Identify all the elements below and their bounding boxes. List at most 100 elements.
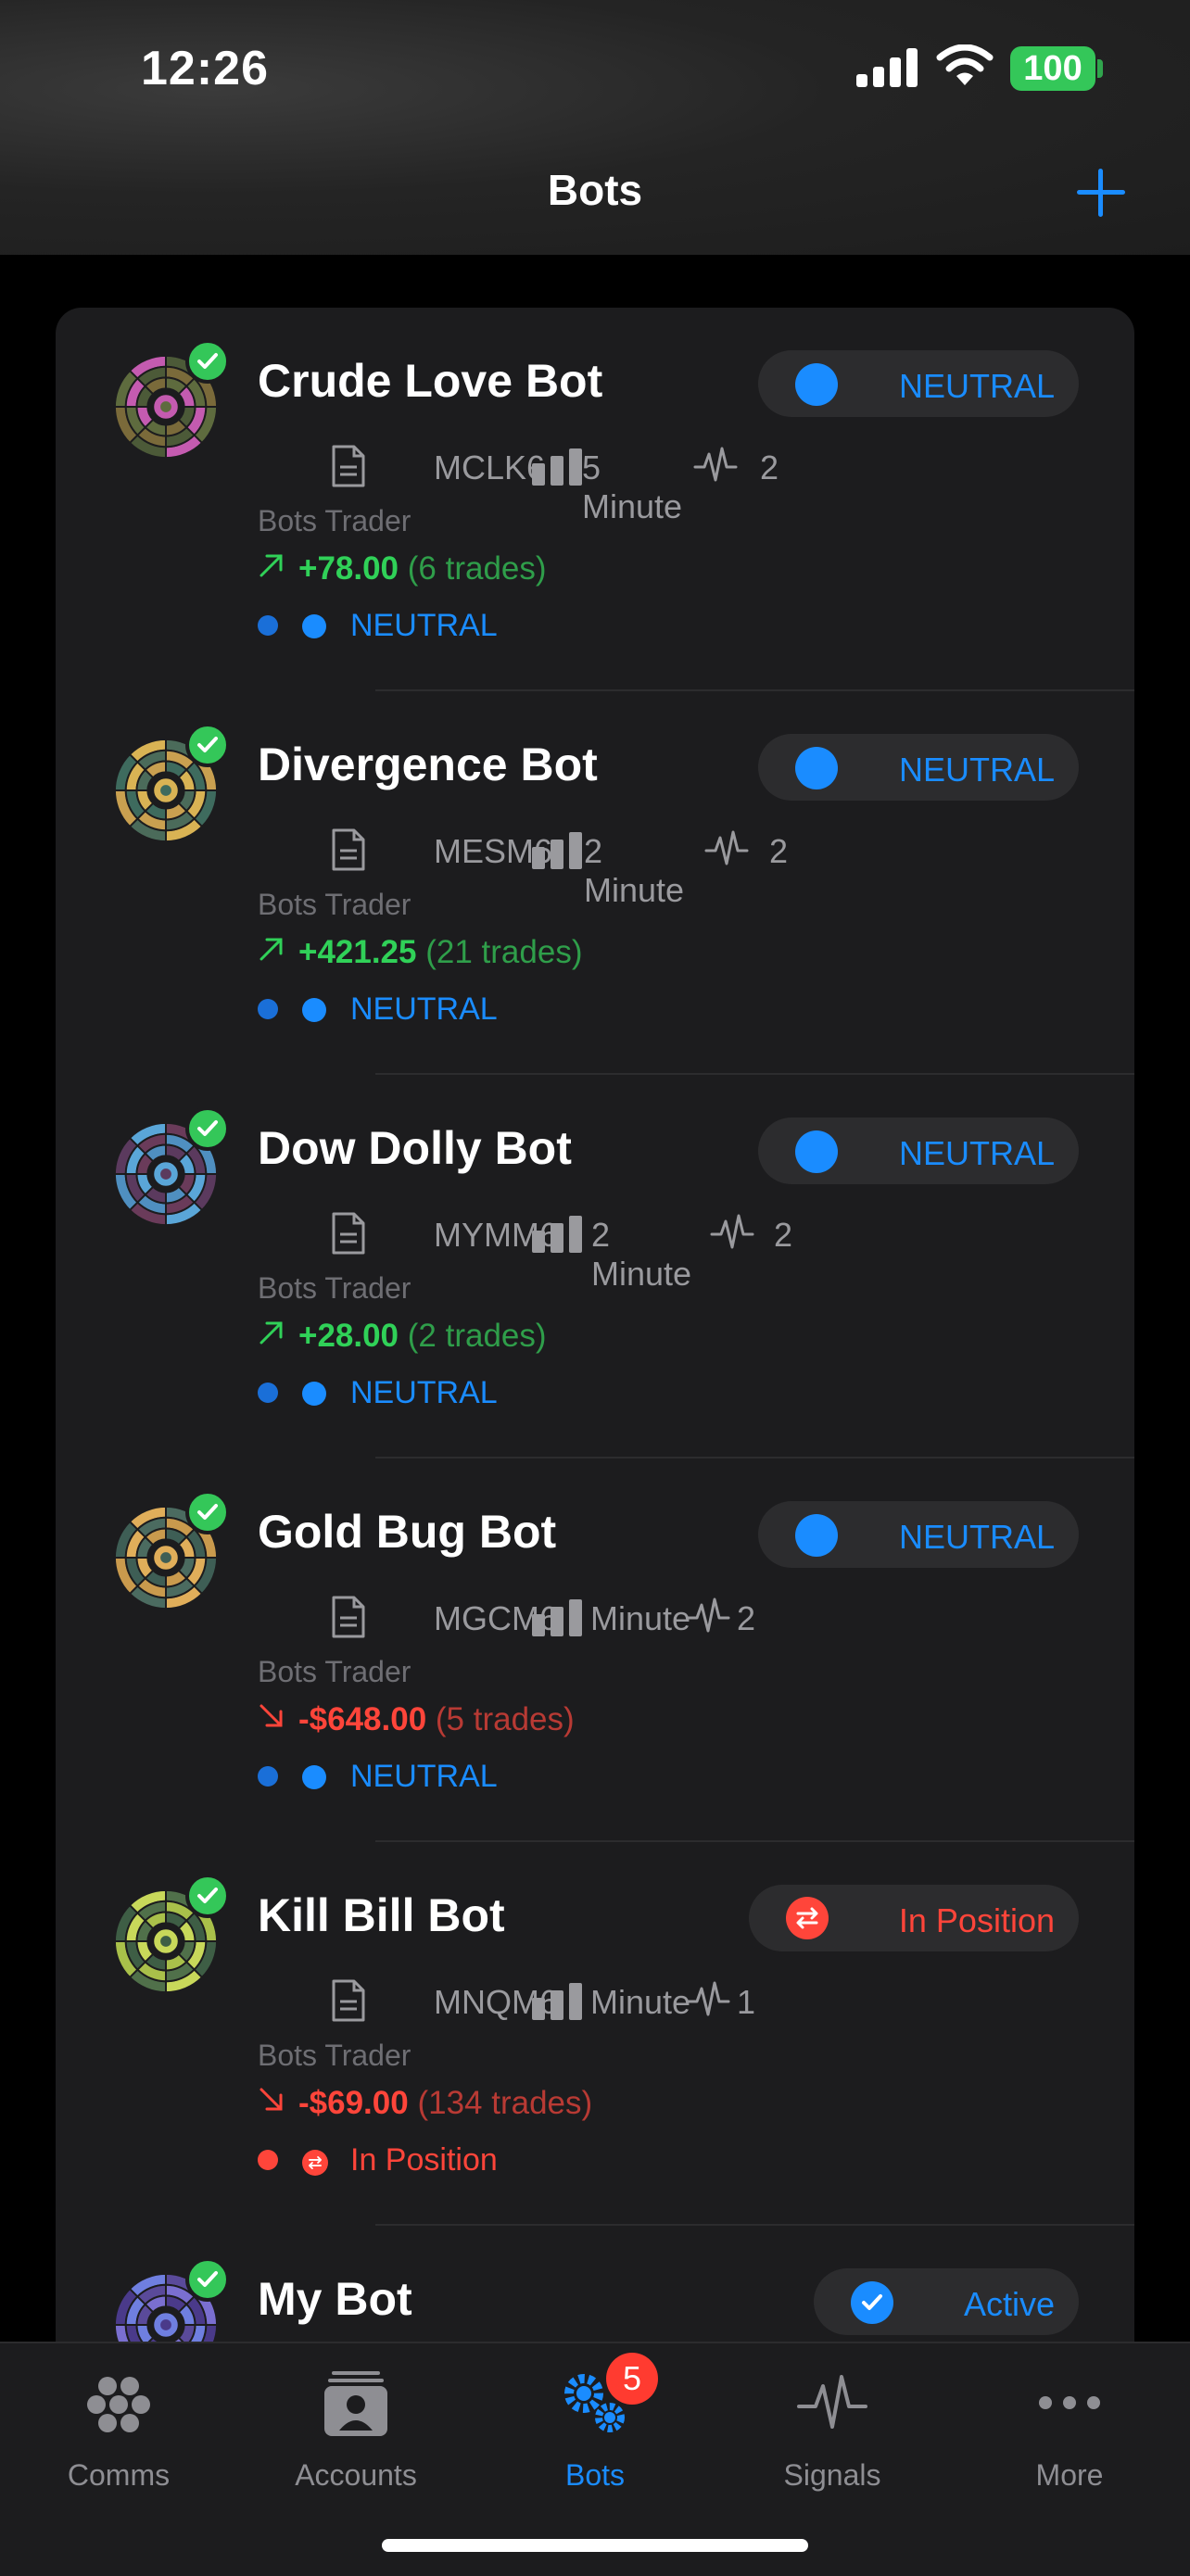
verified-badge (185, 1874, 230, 1918)
battery-tip (1097, 59, 1103, 78)
pnl-amount: -$69.00 (298, 2085, 409, 2121)
bot-interval: Minute (590, 1599, 691, 1637)
position-icon (302, 2150, 328, 2176)
bot-signal-count: 1 (737, 1983, 756, 2021)
cellular-signal-icon (856, 48, 918, 87)
trend-up-icon (260, 1321, 283, 1345)
comms-icon (87, 2377, 150, 2432)
verified-badge (185, 339, 230, 384)
status-label: In Position (350, 2142, 498, 2178)
verified-badge (185, 1106, 230, 1151)
bot-signal-count: 2 (760, 448, 779, 486)
bot-row[interactable]: Gold Bug Bot NEUTRAL MGCM6 Minute 2 Bots … (56, 1458, 1134, 1842)
pill-label: NEUTRAL (898, 1134, 1055, 1172)
bot-row[interactable]: Kill Bill Bot In Position MNQM6 Minute 1 … (56, 1842, 1134, 2226)
bot-trader: Bots Trader (258, 504, 411, 537)
pnl-amount: +28.00 (298, 1318, 399, 1354)
tab-label: Accounts (295, 2458, 417, 2492)
tab-accounts[interactable]: Accounts (237, 2343, 475, 2529)
trend-up-icon (260, 554, 283, 577)
add-bot-button[interactable] (1073, 165, 1129, 221)
bot-row[interactable]: Divergence Bot NEUTRAL MESM6 2 Minute 2 B… (56, 691, 1134, 1075)
battery-indicator: 100 (1010, 46, 1095, 91)
signals-icon (704, 830, 749, 865)
tab-signals[interactable]: Signals (714, 2343, 951, 2529)
bot-state-toggle[interactable]: Active (814, 2268, 1079, 2335)
status-dot (302, 614, 326, 638)
check-icon (197, 737, 218, 752)
status-label: NEUTRAL (350, 991, 498, 1027)
status-dot (258, 999, 278, 1019)
pnl-amount: -$648.00 (298, 1701, 427, 1737)
status-label: NEUTRAL (350, 1759, 498, 1794)
check-icon (197, 1120, 218, 1136)
tab-label: Bots (564, 2458, 626, 2492)
check-icon (197, 1888, 218, 1903)
bot-pnl: +421.25 (21 trades) (258, 934, 582, 971)
check-icon (197, 353, 218, 369)
tab-bots[interactable]: 5 Bots (476, 2343, 714, 2529)
home-indicator (382, 2539, 808, 2552)
page-title: Bots (547, 166, 643, 214)
verified-badge (185, 1490, 230, 1534)
pill-label: In Position (898, 1901, 1055, 1939)
bot-trader: Bots Trader (258, 1655, 411, 1688)
tab-label: Signals (783, 2458, 881, 2492)
timeframe-icon (532, 1983, 582, 2020)
document-icon (332, 1212, 365, 1255)
bot-symbol: MCLK6 (434, 448, 546, 486)
trend-down-icon (260, 2088, 283, 2111)
trade-count: (5 trades) (435, 1701, 575, 1737)
signals-icon (710, 1214, 754, 1249)
bots-list: Crude Love Bot NEUTRAL MCLK6 5 Minute 2 B… (56, 308, 1134, 2532)
document-icon (332, 1979, 365, 2022)
position-icon (786, 1897, 829, 1939)
check-icon (197, 1504, 218, 1520)
pnl-amount: +421.25 (298, 934, 417, 970)
bot-state-toggle[interactable]: In Position (749, 1885, 1079, 1951)
tab-label: More (1035, 2458, 1104, 2492)
bot-trader: Bots Trader (258, 888, 411, 921)
bot-row[interactable]: Dow Dolly Bot NEUTRAL MYMM6 2 Minute 2 Bo… (56, 1075, 1134, 1458)
bot-state-toggle[interactable]: NEUTRAL (758, 350, 1079, 417)
bot-name: Divergence Bot (258, 739, 598, 790)
document-icon (332, 445, 365, 487)
trade-count: (2 trades) (407, 1318, 547, 1354)
trend-down-icon (260, 1704, 283, 1727)
timeframe-icon (532, 1599, 582, 1636)
bot-interval: Minute (590, 1983, 691, 2021)
status-dot (258, 1766, 278, 1787)
top-bar: 12:26 100 Bots (0, 0, 1190, 255)
timeframe-icon (532, 1216, 582, 1253)
state-dot (795, 747, 838, 789)
document-icon (332, 828, 365, 871)
bot-signal-count: 2 (737, 1599, 756, 1637)
signals-icon (686, 1597, 730, 1633)
accounts-icon (324, 2371, 387, 2436)
document-icon (332, 1596, 365, 1638)
pulse-icon (797, 2375, 867, 2429)
bot-signal-count: 2 (774, 1216, 793, 1254)
bot-pnl: +78.00 (6 trades) (258, 550, 547, 587)
pill-label: NEUTRAL (898, 751, 1055, 789)
check-icon (862, 2294, 882, 2310)
state-dot (795, 1514, 838, 1557)
status-label: NEUTRAL (350, 1375, 498, 1410)
tab-label: Comms (67, 2458, 171, 2492)
tab-comms[interactable]: Comms (0, 2343, 237, 2529)
bot-name: My Bot (258, 2273, 412, 2325)
bot-state-toggle[interactable]: NEUTRAL (758, 1501, 1079, 1568)
bot-name: Kill Bill Bot (258, 1889, 505, 1941)
status-dot (258, 1383, 278, 1403)
wifi-icon (936, 44, 994, 85)
pill-label: Active (963, 2285, 1055, 2323)
bot-name: Gold Bug Bot (258, 1506, 557, 1558)
trade-count: (21 trades) (425, 934, 583, 970)
bot-state-toggle[interactable]: NEUTRAL (758, 734, 1079, 801)
bot-interval: 2 Minute (591, 1216, 692, 1293)
bot-name: Crude Love Bot (258, 355, 603, 407)
bot-pnl: -$69.00 (134 trades) (258, 2085, 592, 2122)
bot-row[interactable]: Crude Love Bot NEUTRAL MCLK6 5 Minute 2 B… (56, 308, 1134, 691)
tab-more[interactable]: More (951, 2343, 1188, 2529)
bot-state-toggle[interactable]: NEUTRAL (758, 1118, 1079, 1184)
